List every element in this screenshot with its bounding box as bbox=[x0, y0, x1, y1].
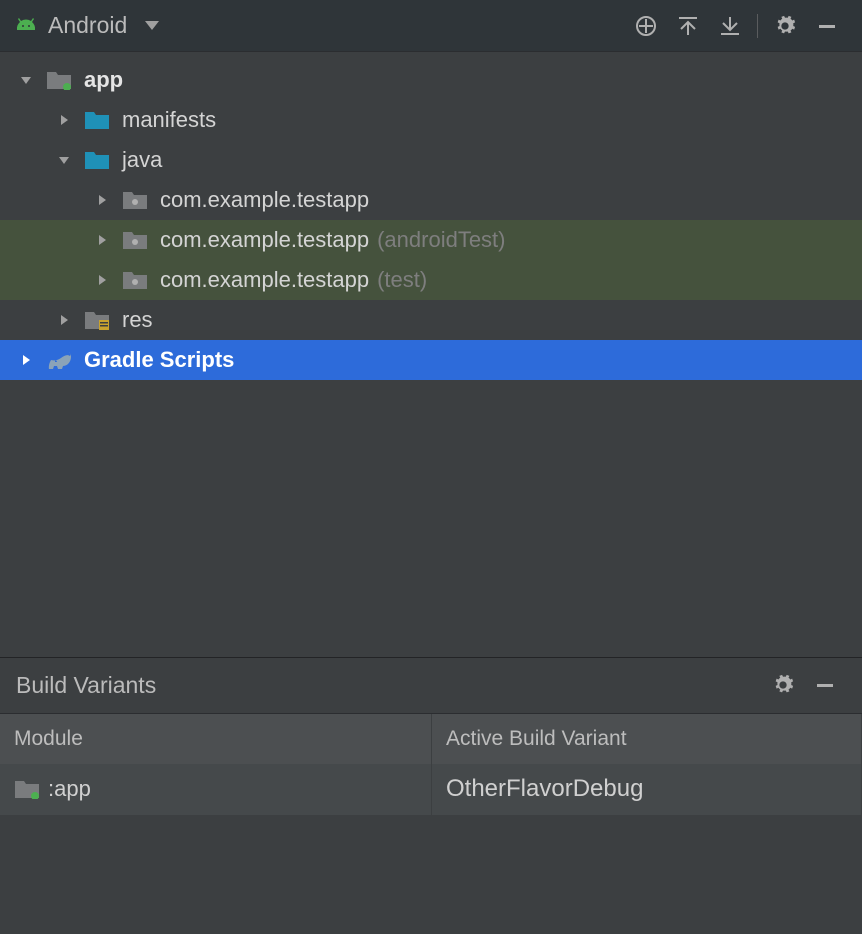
module-name: :app bbox=[48, 776, 91, 802]
select-opened-file-button[interactable] bbox=[628, 8, 664, 44]
tree-label: Gradle Scripts bbox=[84, 347, 234, 373]
chevron-right-icon[interactable] bbox=[56, 312, 72, 328]
tree-label: app bbox=[84, 67, 123, 93]
tree-label: manifests bbox=[122, 107, 216, 133]
chevron-right-icon[interactable] bbox=[18, 352, 34, 368]
build-variants-header: Build Variants bbox=[0, 658, 862, 714]
column-module[interactable]: Module bbox=[0, 714, 432, 764]
settings-button[interactable] bbox=[765, 667, 801, 703]
chevron-down-icon[interactable] bbox=[56, 152, 72, 168]
project-tree-empty-area bbox=[0, 380, 862, 657]
tree-node-res[interactable]: res bbox=[0, 300, 862, 340]
dropdown-arrow-icon[interactable] bbox=[145, 21, 159, 31]
tree-node-gradle-scripts[interactable]: Gradle Scripts bbox=[0, 340, 862, 380]
chevron-right-icon[interactable] bbox=[94, 192, 110, 208]
android-icon bbox=[14, 14, 38, 38]
tree-label-suffix: (test) bbox=[377, 267, 427, 293]
module-folder-icon bbox=[14, 778, 40, 800]
minimize-button[interactable] bbox=[809, 8, 845, 44]
tree-node-package-main[interactable]: com.example.testapp bbox=[0, 180, 862, 220]
package-icon bbox=[122, 229, 148, 251]
settings-button[interactable] bbox=[767, 8, 803, 44]
chevron-down-icon[interactable] bbox=[18, 72, 34, 88]
minimize-button[interactable] bbox=[807, 667, 843, 703]
tree-node-java[interactable]: java bbox=[0, 140, 862, 180]
chevron-right-icon[interactable] bbox=[94, 232, 110, 248]
tree-label: res bbox=[122, 307, 153, 333]
tree-node-manifests[interactable]: manifests bbox=[0, 100, 862, 140]
project-view-selector[interactable]: Android bbox=[48, 12, 127, 39]
tree-node-package-test[interactable]: com.example.testapp (test) bbox=[0, 260, 862, 300]
folder-icon bbox=[84, 149, 110, 171]
build-variants-title: Build Variants bbox=[16, 672, 156, 699]
tree-label: java bbox=[122, 147, 162, 173]
column-variant[interactable]: Active Build Variant bbox=[432, 714, 862, 764]
tree-label: com.example.testapp bbox=[160, 187, 369, 213]
variant-name: OtherFlavorDebug bbox=[446, 775, 643, 803]
cell-module[interactable]: :app bbox=[0, 764, 432, 815]
table-row[interactable]: :app OtherFlavorDebug bbox=[0, 764, 862, 816]
build-variants-empty-area bbox=[0, 816, 862, 934]
expand-all-button[interactable] bbox=[712, 8, 748, 44]
tree-node-package-androidtest[interactable]: com.example.testapp (androidTest) bbox=[0, 220, 862, 260]
folder-icon bbox=[84, 109, 110, 131]
tree-node-app[interactable]: app bbox=[0, 60, 862, 100]
module-folder-icon bbox=[46, 69, 72, 91]
collapse-all-button[interactable] bbox=[670, 8, 706, 44]
package-icon bbox=[122, 189, 148, 211]
package-icon bbox=[122, 269, 148, 291]
tree-label-suffix: (androidTest) bbox=[377, 227, 505, 253]
gradle-icon bbox=[46, 349, 72, 371]
project-tree: app manifests java com.example.testapp c… bbox=[0, 52, 862, 380]
tree-label: com.example.testapp bbox=[160, 267, 369, 293]
project-panel-header: Android bbox=[0, 0, 862, 52]
chevron-right-icon[interactable] bbox=[56, 112, 72, 128]
res-folder-icon bbox=[84, 309, 110, 331]
build-variants-table: Module Active Build Variant :app OtherFl… bbox=[0, 714, 862, 816]
tree-label: com.example.testapp bbox=[160, 227, 369, 253]
table-header: Module Active Build Variant bbox=[0, 714, 862, 764]
toolbar-divider bbox=[757, 14, 758, 38]
chevron-right-icon[interactable] bbox=[94, 272, 110, 288]
build-variants-panel: Build Variants Module Active Build Varia… bbox=[0, 657, 862, 934]
cell-variant[interactable]: OtherFlavorDebug bbox=[432, 764, 862, 815]
